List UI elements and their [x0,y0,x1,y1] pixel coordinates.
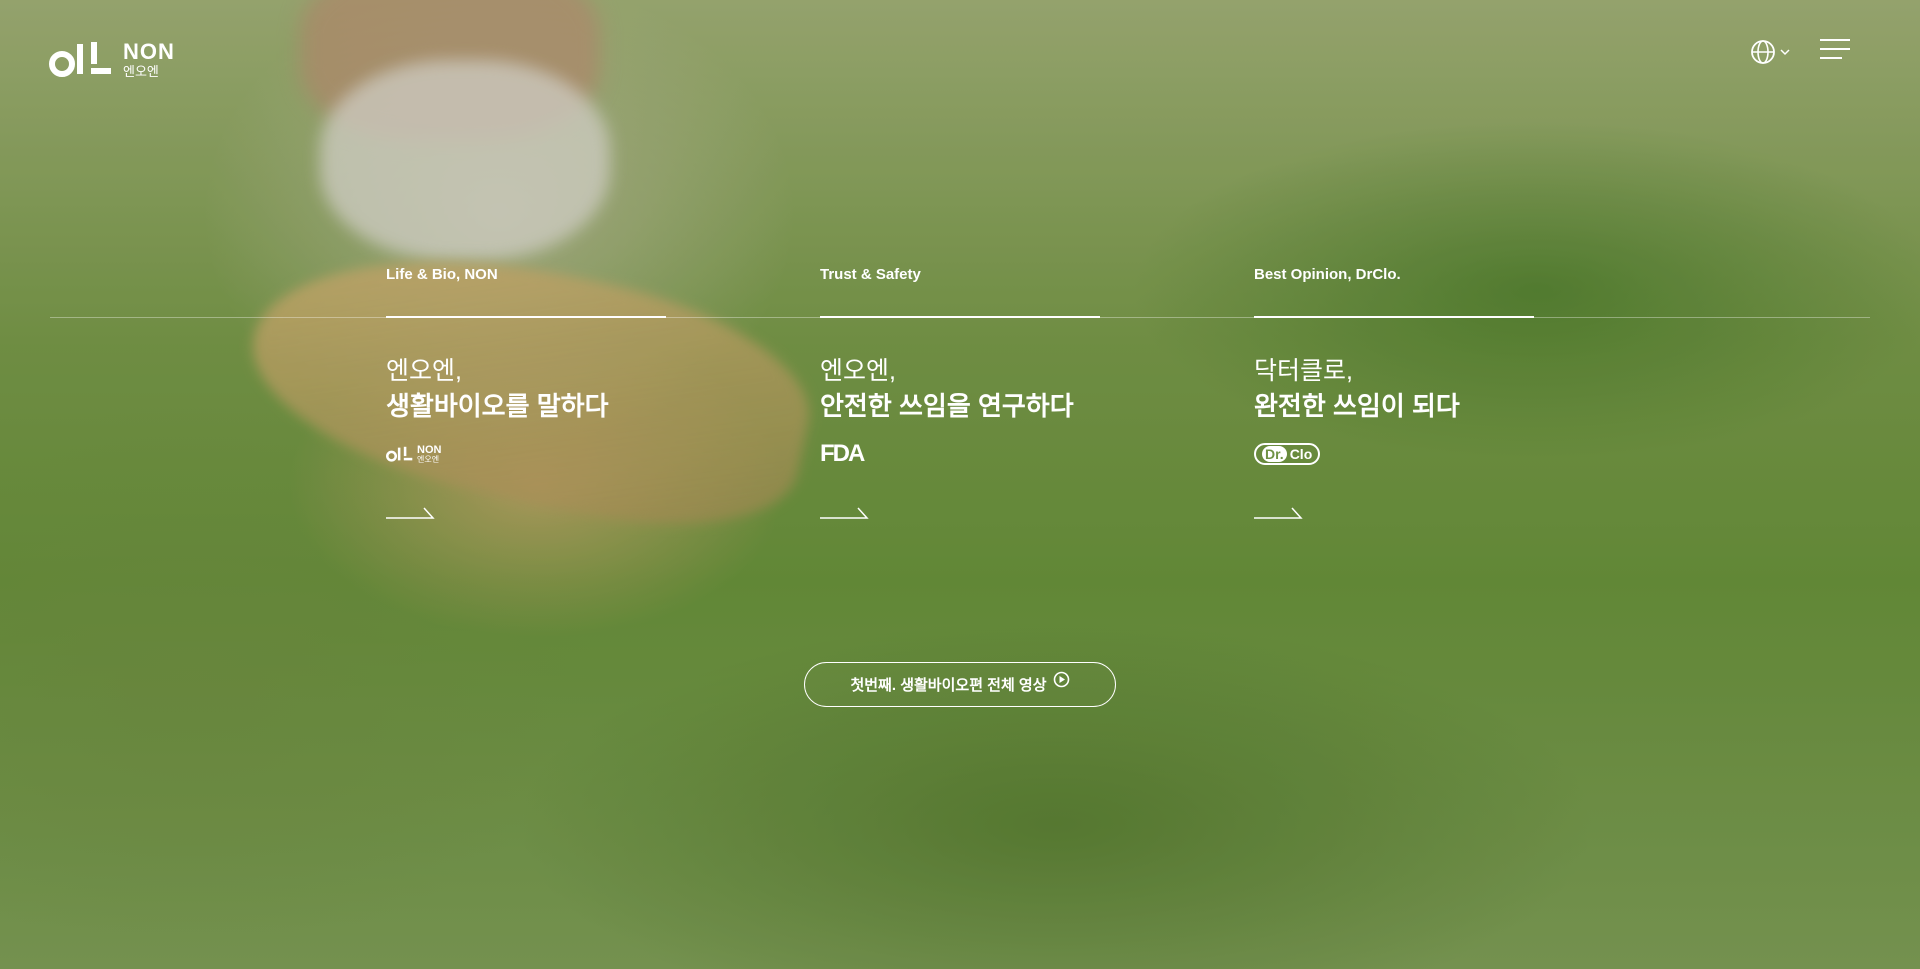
play-circle-icon [1053,671,1069,688]
non-logo-mark-icon [386,446,413,462]
globe-icon [1751,39,1775,64]
chevron-down-icon [1780,48,1790,55]
card-subtitle: 엔오엔, [386,357,462,385]
full-video-button[interactable]: 첫번째. 생활바이오편 전체 영상 [804,662,1116,707]
card-life-bio[interactable]: Life & Bio, NON 엔오엔, 생활바이오를 말하다 NON 엔오엔 [386,266,666,520]
card-underline [820,316,1100,318]
card-title: 안전한 쓰임을 연구하다 [820,391,1074,421]
card-label: Trust & Safety [820,266,921,283]
card-best-opinion[interactable]: Best Opinion, DrClo. 닥터클로, 완전한 쓰임이 되다 Dr… [1254,266,1534,520]
card-label: Best Opinion, DrClo. [1254,266,1401,283]
site-logo[interactable]: NON 엔오엔 [49,38,175,80]
card-subtitle: 엔오엔, [820,357,896,385]
background-sock [320,60,610,260]
drclo-logo-clo: Clo [1289,446,1313,462]
background-leg [300,0,600,140]
feature-cards: Life & Bio, NON 엔오엔, 생활바이오를 말하다 NON 엔오엔 [386,266,1534,520]
logo-name-en: NON [123,38,175,64]
card-title: 생활바이오를 말하다 [386,391,609,421]
video-button-label: 첫번째. 생활바이오편 전체 영상 [850,677,1047,694]
card-brand-non: NON 엔오엔 [386,442,666,466]
arrow-right-icon[interactable] [386,504,436,520]
card-label: Life & Bio, NON [386,266,498,283]
logo-name-ko: 엔오엔 [123,63,159,79]
card-trust-safety[interactable]: Trust & Safety 엔오엔, 안전한 쓰임을 연구하다 FDA [820,266,1100,520]
menu-button[interactable] [1820,38,1850,65]
card-brand-fda: FDA [820,440,1100,467]
hamburger-menu-icon [1820,39,1850,59]
arrow-right-icon[interactable] [820,504,870,520]
card-title: 완전한 쓰임이 되다 [1254,391,1460,421]
card-brand-drclo: Dr. Clo [1254,442,1534,466]
arrow-right-icon[interactable] [1254,504,1304,520]
fda-logo: FDA [820,440,865,467]
non-logo-en: NON [417,443,442,456]
header-actions [1750,38,1850,65]
logo-mark-icon [49,42,111,77]
drclo-logo-dr: Dr. [1262,446,1287,462]
card-subtitle: 닥터클로, [1254,357,1353,385]
non-logo: NON 엔오엔 [386,443,442,464]
language-selector[interactable] [1750,39,1790,65]
card-underline [386,316,666,318]
drclo-logo: Dr. Clo [1254,443,1321,465]
non-logo-ko: 엔오엔 [417,454,440,464]
card-underline [1254,316,1534,318]
